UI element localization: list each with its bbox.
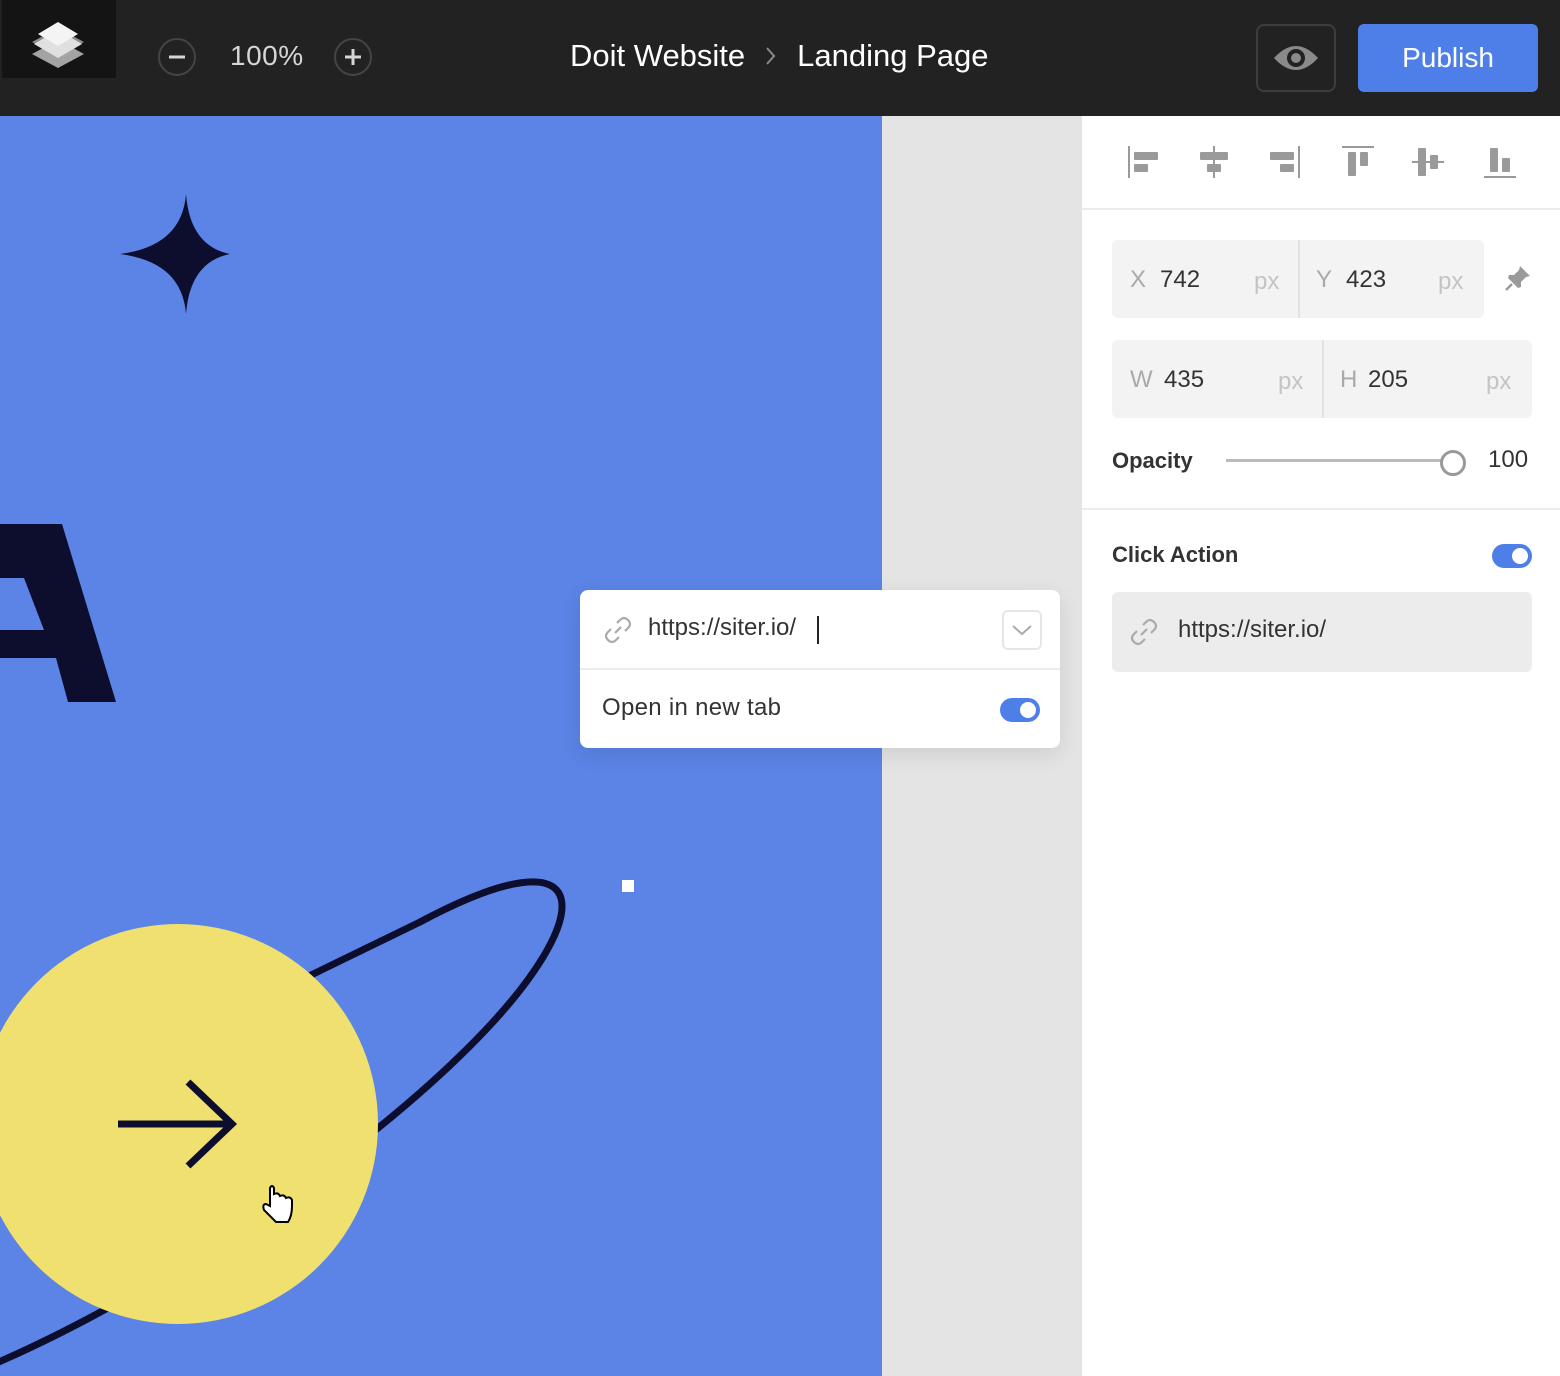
breadcrumb-page[interactable]: Landing Page <box>797 38 988 74</box>
w-input[interactable]: 435 <box>1164 366 1204 394</box>
text-caret <box>817 616 819 644</box>
opacity-label: Opacity <box>1112 448 1193 473</box>
sparkle-star-shape[interactable] <box>120 194 230 314</box>
breadcrumb-project[interactable]: Doit Website <box>570 38 745 74</box>
align-center-horizontal-icon[interactable] <box>1196 144 1232 180</box>
zoom-in-button[interactable] <box>334 38 372 76</box>
zoom-in-icon <box>345 49 361 65</box>
align-left-icon[interactable] <box>1126 144 1162 180</box>
click-action-url-field[interactable]: https://siter.io/ <box>1112 592 1532 672</box>
alignment-toolbar <box>1082 116 1560 210</box>
x-label: X <box>1130 266 1147 293</box>
opacity-slider-track[interactable] <box>1226 459 1452 462</box>
y-label: Y <box>1316 266 1333 293</box>
preview-button[interactable] <box>1256 24 1336 92</box>
click-action-label: Click Action <box>1112 542 1239 567</box>
y-input[interactable]: 423 <box>1346 266 1386 294</box>
zoom-out-button[interactable] <box>158 38 196 76</box>
w-unit: px <box>1278 368 1304 395</box>
y-unit: px <box>1438 268 1464 295</box>
resize-handle[interactable] <box>622 880 634 892</box>
eye-icon <box>1274 46 1318 70</box>
w-label: W <box>1130 366 1153 393</box>
size-wh-field: W 435 px H 205 px <box>1112 340 1532 418</box>
opacity-value[interactable]: 100 <box>1488 446 1528 474</box>
link-dropdown-button[interactable] <box>1002 610 1042 650</box>
click-action-url-text: https://siter.io/ <box>1178 616 1327 643</box>
position-xy-field: X 742 px Y 423 px <box>1112 240 1484 318</box>
x-unit: px <box>1254 268 1280 295</box>
chevron-down-icon <box>1012 625 1032 636</box>
link-url-row: https://siter.io/ <box>580 590 1060 670</box>
pin-icon[interactable] <box>1502 262 1534 294</box>
h-input[interactable]: 205 <box>1368 366 1408 394</box>
publish-button[interactable]: Publish <box>1358 24 1538 92</box>
align-bottom-icon[interactable] <box>1482 144 1518 180</box>
h-label: H <box>1340 366 1358 393</box>
top-toolbar: 100% Doit Website Landing Page Publish <box>0 0 1560 116</box>
field-divider <box>1322 340 1324 418</box>
link-icon <box>1130 618 1158 646</box>
align-center-vertical-icon[interactable] <box>1410 144 1446 180</box>
click-action-toggle[interactable] <box>1492 544 1532 568</box>
open-new-tab-label: Open in new tab <box>602 694 782 721</box>
zoom-out-icon <box>169 55 185 59</box>
breadcrumb: Doit Website Landing Page <box>570 38 989 74</box>
align-right-icon[interactable] <box>1266 144 1302 180</box>
field-divider <box>1298 240 1300 318</box>
properties-panel: X 742 px Y 423 px W 435 px H 205 px Opac… <box>1082 116 1560 1376</box>
section-divider <box>1082 508 1560 510</box>
x-input[interactable]: 742 <box>1160 266 1200 294</box>
link-icon <box>604 616 632 644</box>
h-unit: px <box>1486 368 1512 395</box>
link-url-input[interactable]: https://siter.io/ <box>648 614 796 642</box>
app-logo-icon[interactable] <box>2 0 116 78</box>
align-top-icon[interactable] <box>1340 144 1376 180</box>
link-popover: https://siter.io/ Open in new tab <box>580 590 1060 748</box>
open-new-tab-toggle[interactable] <box>1000 698 1040 722</box>
opacity-slider-handle[interactable] <box>1440 450 1466 476</box>
chevron-right-icon <box>766 47 776 65</box>
zoom-level: 100% <box>230 40 304 71</box>
